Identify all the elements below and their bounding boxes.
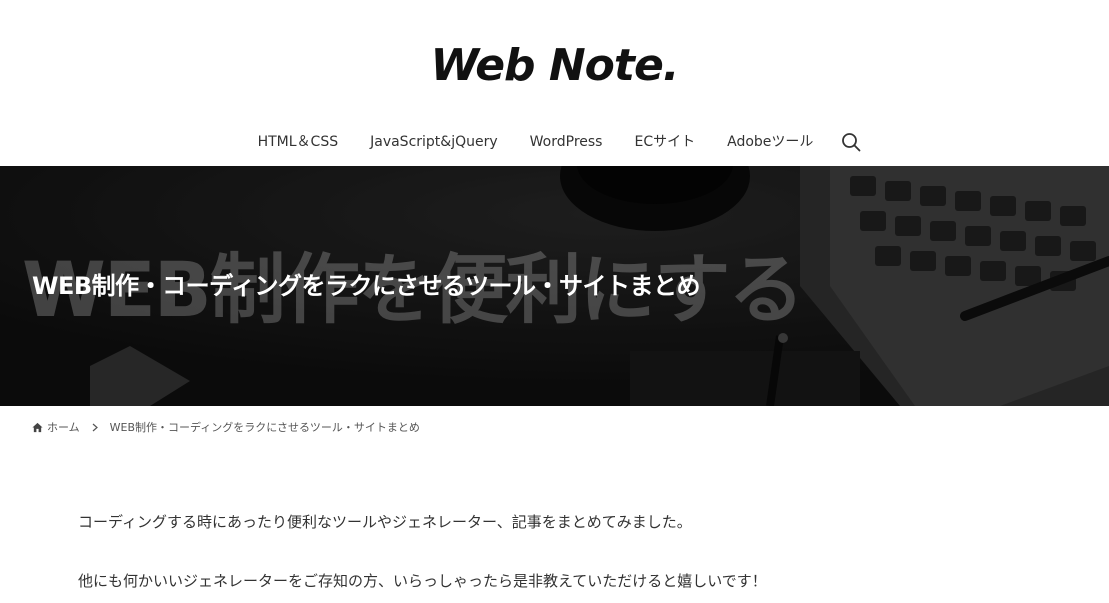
site-logo[interactable]: Web Note. [0, 36, 1109, 96]
paragraph: 他にも何かいいジェネレーターをご存知の方、いらっしゃったら是非教えていただけると… [78, 572, 767, 590]
breadcrumb-home[interactable]: ホーム [32, 419, 80, 435]
page-title: WEB制作・コーディングをラクにさせるツール・サイトまとめ [32, 272, 701, 300]
nav-item-ec-site[interactable]: ECサイト [618, 126, 711, 158]
home-icon [32, 422, 43, 432]
hero-banner: WEB制作を便利にする WEB制作・コーディングをラクにさせるツール・サイトまと… [0, 166, 1109, 406]
site-header: Web Note. HTML＆CSS JavaScript&jQuery Wor… [0, 0, 1109, 166]
search-button[interactable] [835, 126, 867, 158]
nav-item-wordpress[interactable]: WordPress [514, 126, 619, 158]
paragraph: コーディングする時にあったり便利なツールやジェネレーター、記事をまとめてみました… [78, 513, 692, 531]
breadcrumb: ホーム WEB制作・コーディングをラクにさせるツール・サイトまとめ [32, 418, 420, 436]
search-icon [842, 133, 861, 152]
chevron-right-icon [92, 423, 98, 432]
nav-item-adobe-tools[interactable]: Adobeツール [711, 126, 829, 158]
article-body: コーディングする時にあったり便利なツールやジェネレーター、記事をまとめてみました… [78, 500, 1038, 603]
breadcrumb-current: WEB制作・コーディングをラクにさせるツール・サイトまとめ [109, 421, 420, 434]
global-nav: HTML＆CSS JavaScript&jQuery WordPress ECサ… [0, 126, 1109, 158]
nav-item-html-css[interactable]: HTML＆CSS [242, 126, 355, 158]
nav-item-javascript-jquery[interactable]: JavaScript&jQuery [354, 126, 514, 158]
breadcrumb-home-label: ホーム [47, 421, 80, 434]
